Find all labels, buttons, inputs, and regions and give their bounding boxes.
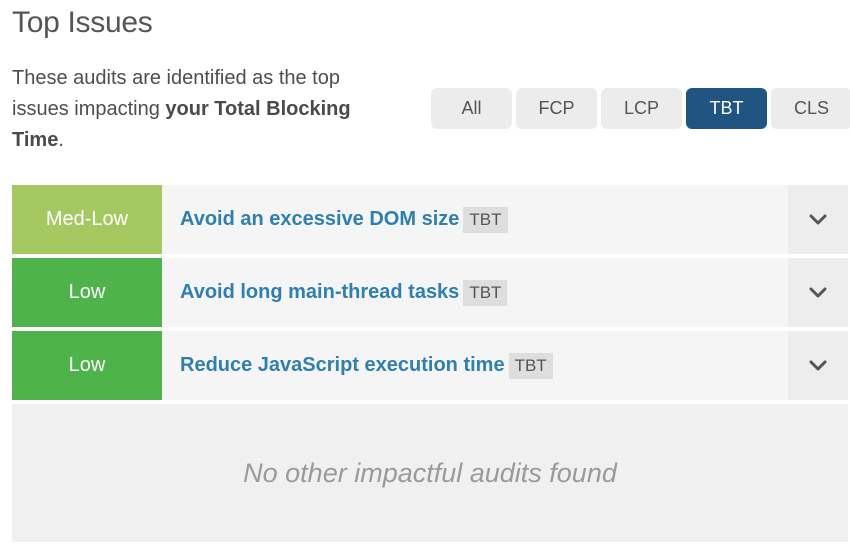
issue-body: Avoid long main-thread tasks TBT xyxy=(162,258,788,327)
filter-lcp-button[interactable]: LCP xyxy=(601,88,682,129)
issue-body: Avoid an excessive DOM size TBT xyxy=(162,185,788,254)
issue-title-link[interactable]: Avoid long main-thread tasks xyxy=(180,281,459,304)
empty-state-message: No other impactful audits found xyxy=(243,457,617,488)
expand-button[interactable] xyxy=(788,331,848,400)
severity-badge: Low xyxy=(12,331,162,400)
chevron-down-icon xyxy=(809,214,827,224)
issue-row[interactable]: Low Reduce JavaScript execution time TBT xyxy=(12,331,848,400)
page-title: Top Issues xyxy=(12,6,153,39)
filter-cls-button[interactable]: CLS xyxy=(771,88,850,129)
filter-tbt-button[interactable]: TBT xyxy=(686,88,767,129)
empty-state: No other impactful audits found xyxy=(12,404,848,542)
metric-tag: TBT xyxy=(463,206,508,233)
expand-button[interactable] xyxy=(788,185,848,254)
issues-list: Med-Low Avoid an excessive DOM size TBT … xyxy=(12,185,848,404)
chevron-down-icon xyxy=(809,360,827,370)
filter-all-button[interactable]: All xyxy=(431,88,512,129)
chevron-down-icon xyxy=(809,287,827,297)
metric-tag: TBT xyxy=(463,279,508,306)
issue-title-link[interactable]: Reduce JavaScript execution time xyxy=(180,354,505,377)
issue-row[interactable]: Low Avoid long main-thread tasks TBT xyxy=(12,258,848,327)
section-description: These audits are identified as the top i… xyxy=(12,63,387,156)
issue-row[interactable]: Med-Low Avoid an excessive DOM size TBT xyxy=(12,185,848,254)
issue-body: Reduce JavaScript execution time TBT xyxy=(162,331,788,400)
expand-button[interactable] xyxy=(788,258,848,327)
metric-tag: TBT xyxy=(508,352,553,379)
severity-badge: Med-Low xyxy=(12,185,162,254)
description-suffix: . xyxy=(58,129,64,151)
severity-badge: Low xyxy=(12,258,162,327)
metric-filter-group: All FCP LCP TBT CLS xyxy=(431,88,850,129)
issue-title-link[interactable]: Avoid an excessive DOM size xyxy=(180,208,459,231)
filter-fcp-button[interactable]: FCP xyxy=(516,88,597,129)
